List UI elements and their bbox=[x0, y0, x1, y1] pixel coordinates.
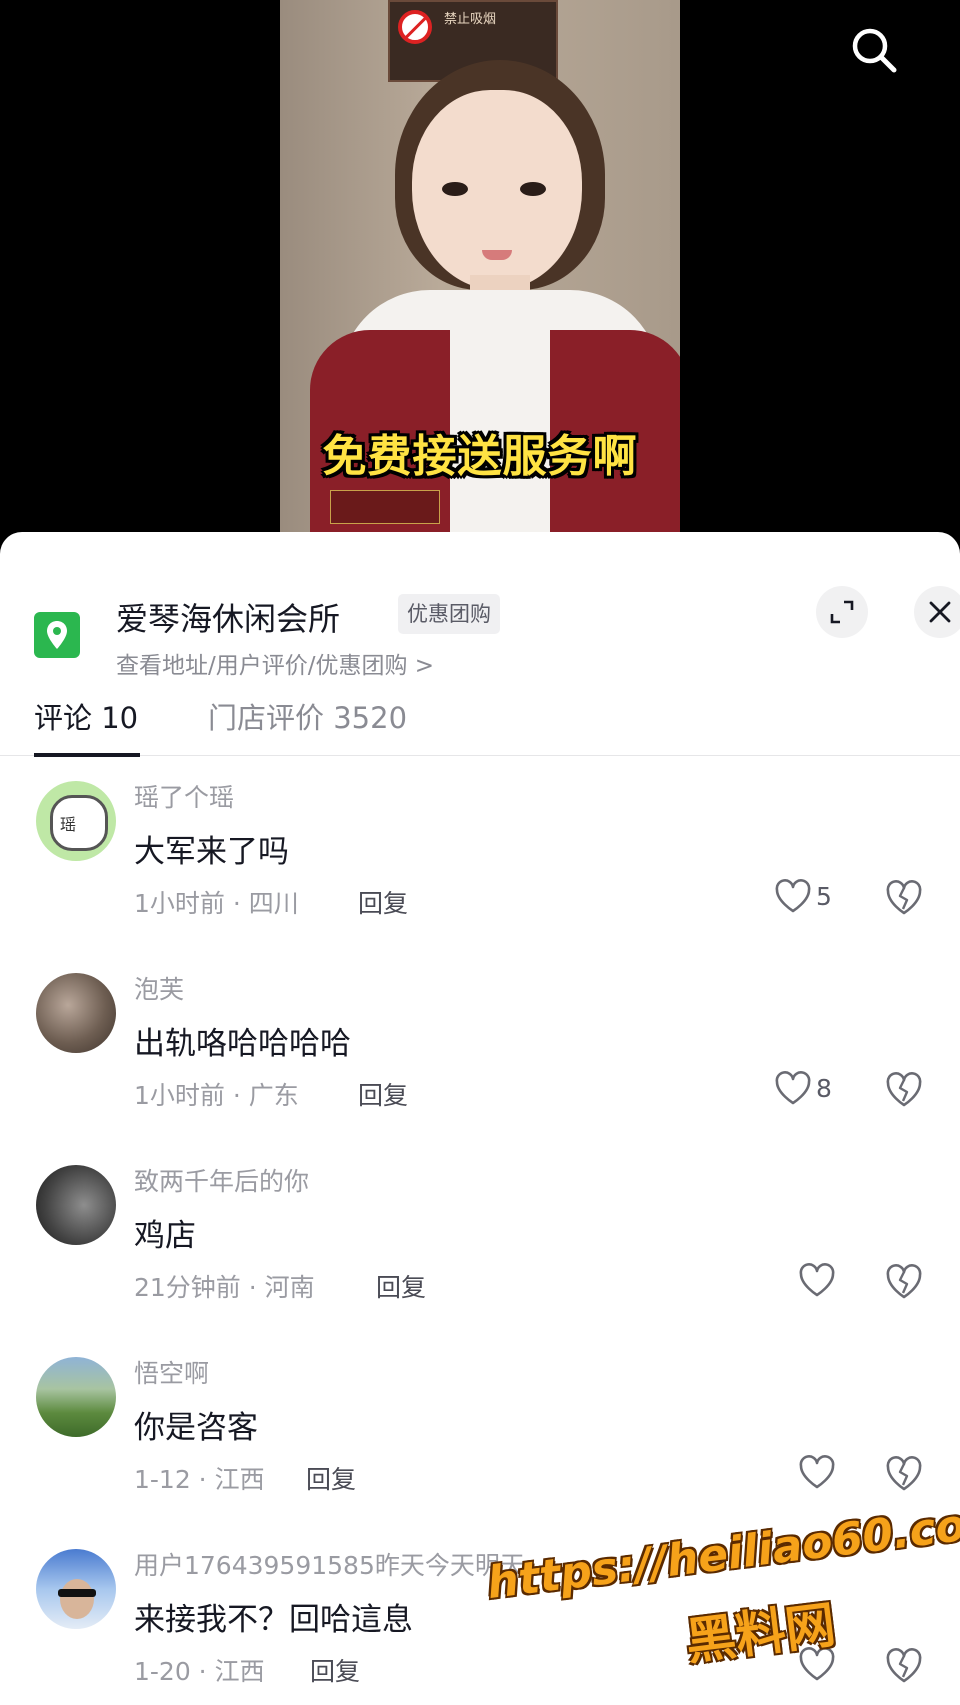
tab-bar: 评论 10 门店评价 3520 bbox=[0, 692, 960, 757]
avatar-label: 瑶 bbox=[60, 815, 77, 834]
comment-text: 你是咨客 bbox=[134, 1410, 258, 1446]
store-name[interactable]: 爱琴海休闲会所 bbox=[116, 594, 340, 640]
reply-button[interactable]: 回复 bbox=[310, 1652, 360, 1688]
comment-username[interactable]: 悟空啊 bbox=[134, 1354, 209, 1390]
heart-outline-icon bbox=[799, 1263, 835, 1297]
store-links[interactable]: 查看地址/用户评价/优惠团购 > bbox=[116, 646, 434, 680]
like-button[interactable]: 5 bbox=[770, 876, 850, 920]
comment-item: 瑶 瑶了个瑶 大军来了吗 1小时前 · 四川 回复 5 bbox=[0, 756, 960, 948]
comment-item: 致两千年后的你 鸡店 21分钟前 · 河南 回复 bbox=[0, 1140, 960, 1332]
comment-username[interactable]: 致两千年后的你 bbox=[134, 1162, 309, 1198]
reply-button[interactable]: 回复 bbox=[358, 1076, 408, 1112]
comment-time-location: 1小时前 · 广东 bbox=[134, 1081, 299, 1110]
expand-icon bbox=[830, 600, 854, 624]
comment-text: 来接我不？回哈這息 bbox=[134, 1602, 413, 1638]
store-tag: 优惠团购 bbox=[398, 594, 500, 634]
comment-time-location: 21分钟前 · 河南 bbox=[134, 1273, 315, 1302]
broken-heart-icon bbox=[886, 1072, 922, 1107]
expand-button[interactable] bbox=[816, 586, 868, 638]
location-pin-icon bbox=[34, 612, 80, 658]
heart-outline-icon bbox=[775, 879, 811, 913]
store-header[interactable]: 爱琴海休闲会所 优惠团购 查看地址/用户评价/优惠团购 > bbox=[34, 564, 960, 679]
close-button[interactable] bbox=[914, 586, 960, 638]
reply-button[interactable]: 回复 bbox=[376, 1268, 426, 1304]
comment-username[interactable]: 用户176439591585昨天今天明天 bbox=[134, 1546, 525, 1582]
comment-item: 悟空啊 你是咨客 1-12 · 江西 回复 bbox=[0, 1332, 960, 1524]
broken-heart-icon bbox=[886, 880, 922, 915]
close-icon bbox=[929, 601, 951, 623]
comment-username[interactable]: 泡芙 bbox=[134, 970, 184, 1006]
reply-button[interactable]: 回复 bbox=[358, 884, 408, 920]
tab-comments[interactable]: 评论 10 bbox=[34, 692, 138, 756]
reply-button[interactable]: 回复 bbox=[306, 1460, 356, 1496]
like-count: 5 bbox=[816, 882, 832, 911]
avatar[interactable] bbox=[36, 973, 116, 1053]
video-frame: 禁止吸烟 免费接送服务啊 bbox=[280, 0, 680, 560]
avatar[interactable]: 瑶 bbox=[36, 781, 116, 861]
dislike-button[interactable] bbox=[884, 1646, 924, 1686]
dislike-button[interactable] bbox=[884, 1262, 924, 1302]
like-button[interactable] bbox=[794, 1260, 874, 1304]
search-icon[interactable] bbox=[850, 26, 898, 74]
comment-time-location: 1-20 · 江西 bbox=[134, 1657, 265, 1686]
dislike-button[interactable] bbox=[884, 878, 924, 918]
name-badge bbox=[330, 490, 440, 524]
video-subtitle: 免费接送服务啊 bbox=[322, 431, 638, 482]
comment-item: 泡芙 出轨咯哈哈哈哈 1小时前 · 广东 回复 8 bbox=[0, 948, 960, 1140]
avatar[interactable] bbox=[36, 1549, 116, 1629]
like-button[interactable] bbox=[794, 1452, 874, 1496]
like-button[interactable]: 8 bbox=[770, 1068, 850, 1112]
comment-text: 鸡店 bbox=[134, 1218, 196, 1254]
like-count: 8 bbox=[816, 1074, 832, 1103]
avatar[interactable] bbox=[36, 1357, 116, 1437]
tab-store-reviews[interactable]: 门店评价 3520 bbox=[208, 692, 407, 756]
heart-outline-icon bbox=[775, 1071, 811, 1105]
comment-username[interactable]: 瑶了个瑶 bbox=[134, 778, 234, 814]
avatar[interactable] bbox=[36, 1165, 116, 1245]
comment-time-location: 1-12 · 江西 bbox=[134, 1465, 265, 1494]
broken-heart-icon bbox=[886, 1648, 922, 1683]
video-player[interactable]: 禁止吸烟 免费接送服务啊 bbox=[0, 0, 960, 560]
comment-time-location: 1小时前 · 四川 bbox=[134, 889, 299, 918]
broken-heart-icon bbox=[886, 1264, 922, 1299]
dislike-button[interactable] bbox=[884, 1070, 924, 1110]
heart-outline-icon bbox=[799, 1455, 835, 1489]
comment-text: 大军来了吗 bbox=[134, 834, 289, 870]
comment-text: 出轨咯哈哈哈哈 bbox=[134, 1026, 351, 1062]
